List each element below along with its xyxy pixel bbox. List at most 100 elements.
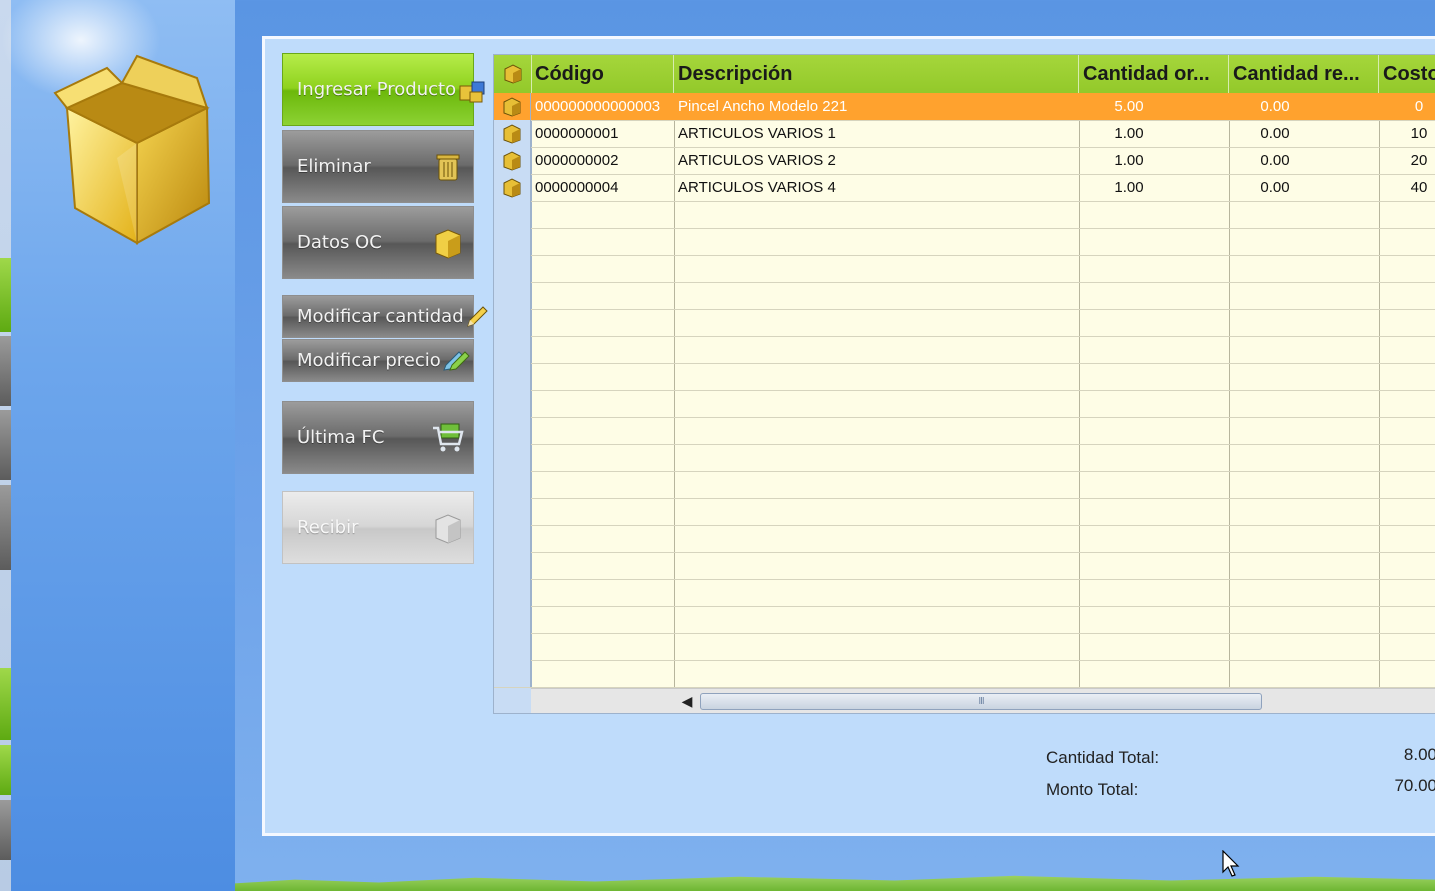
row-header-cell: [494, 660, 531, 687]
empty-table-row: [494, 498, 1435, 526]
empty-table-row: [494, 417, 1435, 445]
box-logo-icon: [53, 54, 211, 245]
cell-codigo[interactable]: 0000000004: [531, 174, 674, 201]
table-row[interactable]: 000000000000003 Pincel Ancho Modelo 221 5.…: [494, 93, 1435, 121]
box-icon: [431, 226, 465, 260]
ultima-fc-button[interactable]: Última FC: [282, 401, 474, 474]
empty-table-row: [494, 255, 1435, 283]
cell-cantidad-ordenada[interactable]: 5.00: [1079, 93, 1179, 120]
side-banner: [1, 0, 235, 891]
empty-table-row: [494, 579, 1435, 607]
modificar-cantidad-button[interactable]: Modificar cantidad: [282, 295, 488, 338]
strip-segment: [0, 336, 11, 406]
products-grid[interactable]: Código Descripción Cantidad or... Cantid…: [493, 54, 1435, 714]
header-box-icon: [494, 55, 532, 93]
cell-costo[interactable]: 20: [1379, 147, 1435, 174]
row-header-cell: [494, 579, 531, 606]
cell-descripcion[interactable]: Pincel Ancho Modelo 221: [674, 93, 1079, 120]
empty-table-row: [494, 282, 1435, 310]
row-box-icon[interactable]: [494, 174, 531, 201]
row-header-cell: [494, 471, 531, 498]
empty-table-row: [494, 606, 1435, 634]
cell-cantidad-recibida[interactable]: 0.00: [1229, 93, 1321, 120]
grid-header: Código Descripción Cantidad or... Cantid…: [494, 55, 1435, 94]
table-row[interactable]: 0000000001 ARTICULOS VARIOS 1 1.00 0.00 10: [494, 120, 1435, 148]
scrollbar-thumb[interactable]: III: [700, 693, 1262, 710]
column-header-cantidad-recibida[interactable]: Cantidad re...: [1229, 55, 1379, 93]
cell-codigo[interactable]: 0000000001: [531, 120, 674, 147]
cell-cantidad-ordenada[interactable]: 1.00: [1079, 120, 1179, 147]
cantidad-total-label: Cantidad Total:: [1046, 748, 1160, 767]
eliminar-button[interactable]: Eliminar: [282, 130, 474, 203]
empty-table-row: [494, 390, 1435, 418]
cell-costo[interactable]: 40: [1379, 174, 1435, 201]
row-box-icon[interactable]: [494, 120, 531, 147]
empty-table-row: [494, 471, 1435, 499]
empty-table-row: [494, 363, 1435, 391]
row-header-cell: [494, 498, 531, 525]
column-header-costo[interactable]: Costo: [1379, 55, 1435, 93]
row-box-icon[interactable]: [494, 93, 531, 120]
row-header-cell: [494, 255, 531, 282]
cell-cantidad-recibida[interactable]: 0.00: [1229, 174, 1321, 201]
row-header-cell: [494, 336, 531, 363]
strip-segment: [0, 745, 11, 795]
row-header-cell: [494, 228, 531, 255]
column-header-cantidad-ordenada[interactable]: Cantidad or...: [1079, 55, 1229, 93]
cell-cantidad-ordenada[interactable]: 1.00: [1079, 147, 1179, 174]
cantidad-total-value: 8.00: [1403, 745, 1435, 764]
column-header-codigo[interactable]: Código: [531, 55, 674, 93]
column-header-descripcion[interactable]: Descripción: [674, 55, 1079, 93]
cell-costo[interactable]: 10: [1379, 120, 1435, 147]
row-header-cell: [494, 390, 531, 417]
trash-icon: [431, 150, 465, 184]
empty-table-row: [494, 660, 1435, 688]
cell-descripcion[interactable]: ARTICULOS VARIOS 1: [674, 120, 1079, 147]
scrollbar-grip: III: [978, 696, 984, 707]
datos-oc-button[interactable]: Datos OC: [282, 206, 474, 279]
button-label: Eliminar: [297, 156, 371, 177]
strip-segment: [0, 258, 11, 332]
strip-segment: [0, 668, 11, 740]
edit-price-icon: [441, 344, 471, 378]
row-box-icon[interactable]: [494, 147, 531, 174]
button-label: Modificar precio: [297, 350, 441, 371]
row-header-cell: [494, 309, 531, 336]
cell-costo[interactable]: 0: [1379, 93, 1435, 120]
modificar-precio-button[interactable]: Modificar precio: [282, 339, 474, 382]
ingresar-producto-button[interactable]: Ingresar Producto: [282, 53, 485, 126]
empty-table-row: [494, 309, 1435, 337]
recibir-button[interactable]: Recibir: [282, 491, 474, 564]
mouse-cursor-icon: [1222, 850, 1240, 877]
cell-cantidad-recibida[interactable]: 0.00: [1229, 120, 1321, 147]
button-label: Datos OC: [297, 232, 382, 253]
empty-table-row: [494, 525, 1435, 553]
horizontal-scrollbar[interactable]: ◀ III ▶: [531, 688, 1435, 713]
empty-table-row: [494, 633, 1435, 661]
monto-total-value: 70.00: [1394, 776, 1435, 795]
scroll-left-arrow-icon[interactable]: ◀: [677, 689, 697, 713]
table-row[interactable]: 0000000002 ARTICULOS VARIOS 2 1.00 0.00 20: [494, 147, 1435, 175]
empty-table-row: [494, 228, 1435, 256]
cell-cantidad-recibida[interactable]: 0.00: [1229, 147, 1321, 174]
row-header-cell: [494, 444, 531, 471]
button-label: Recibir: [297, 517, 359, 538]
cell-codigo[interactable]: 000000000000003: [531, 93, 674, 120]
row-header-cell: [494, 363, 531, 390]
grass-decoration: [235, 875, 1435, 891]
row-header-cell: [494, 282, 531, 309]
row-header-cell: [494, 525, 531, 552]
cell-descripcion[interactable]: ARTICULOS VARIOS 2: [674, 147, 1079, 174]
button-label: Ingresar Producto: [297, 79, 457, 100]
cell-descripcion[interactable]: ARTICULOS VARIOS 4: [674, 174, 1079, 201]
shopping-cart-icon: [431, 421, 465, 455]
empty-table-row: [494, 336, 1435, 364]
row-header-cell: [494, 552, 531, 579]
cell-cantidad-ordenada[interactable]: 1.00: [1079, 174, 1179, 201]
cell-codigo[interactable]: 0000000002: [531, 147, 674, 174]
table-row[interactable]: 0000000004 ARTICULOS VARIOS 4 1.00 0.00 40: [494, 174, 1435, 202]
row-header-cell: [494, 606, 531, 633]
row-header-cell: [494, 201, 531, 228]
empty-table-row: [494, 444, 1435, 472]
purchase-order-panel: Ingresar Producto Eliminar Datos OC Modi…: [262, 36, 1435, 836]
